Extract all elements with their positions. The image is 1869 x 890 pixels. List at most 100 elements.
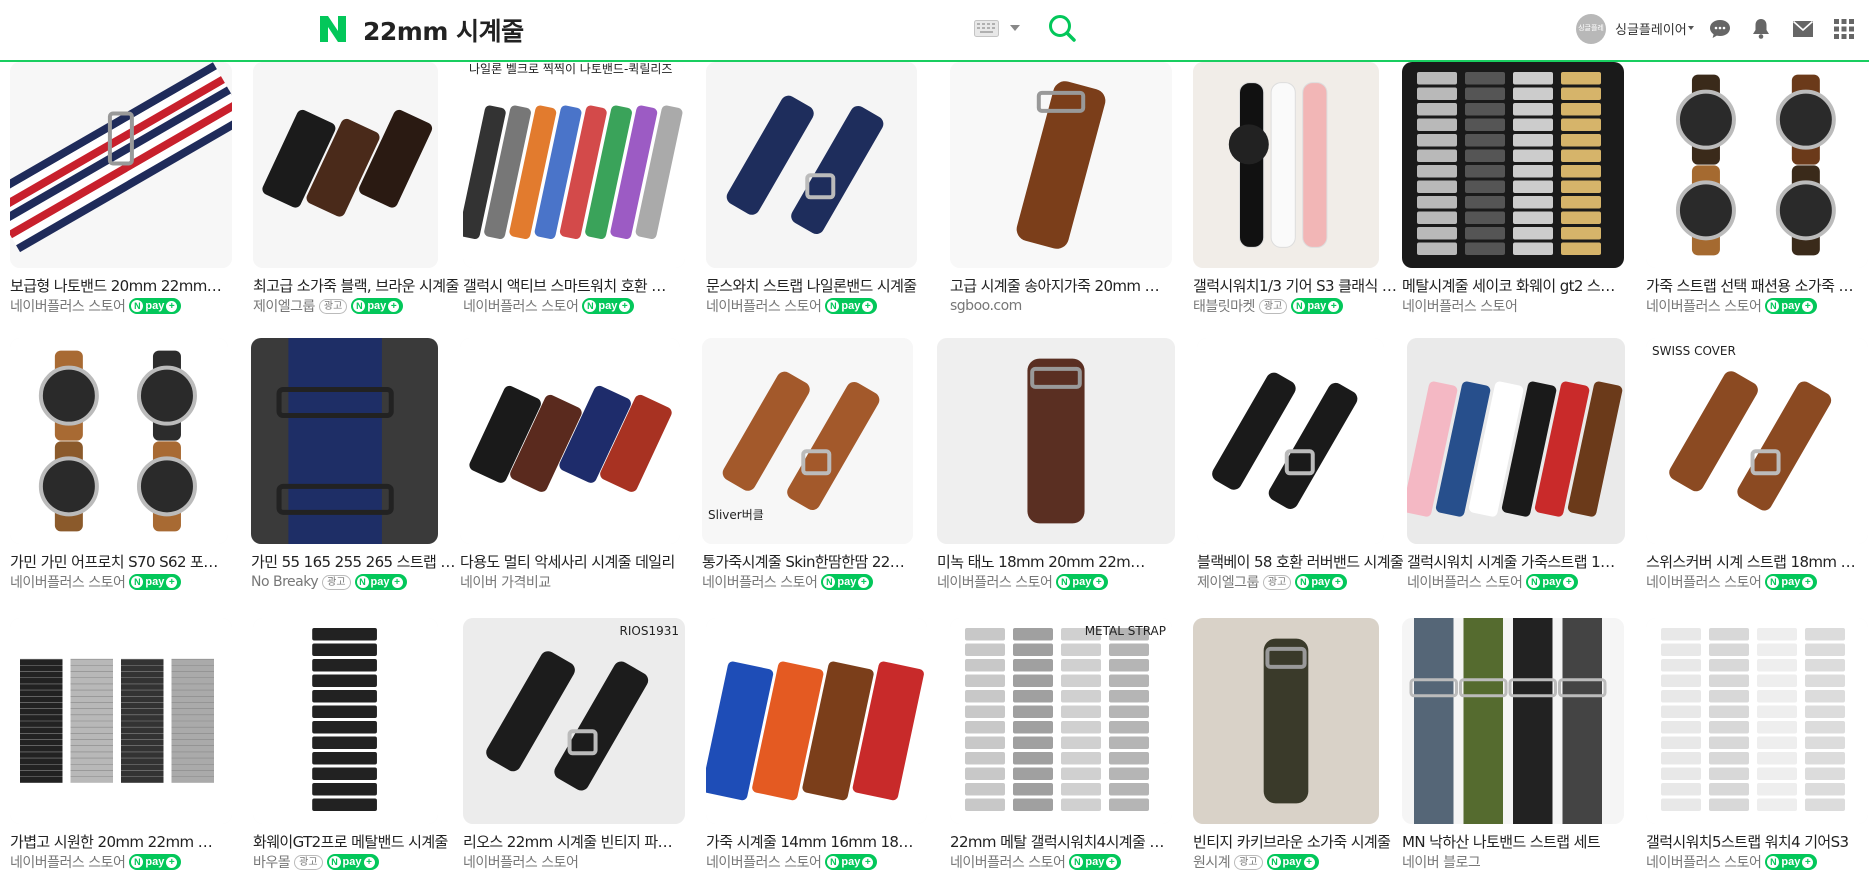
npay-badge-icon: Npay + [129, 574, 182, 590]
product-title[interactable]: 갤럭시워치5스트랩 워치4 기어S3 [1646, 831, 1861, 852]
product-title[interactable]: 가볍고 시원한 20mm 22mm 시계줄 메쉬 [10, 831, 225, 852]
store-name[interactable]: 태블릿마켓 [1193, 296, 1255, 316]
product-meta: 네이버플러스 스토어 Npay + [1646, 572, 1818, 592]
product-meta: 네이버플러스 스토어 Npay + [937, 572, 1109, 592]
product-thumbnail[interactable] [10, 62, 232, 268]
product-thumbnail[interactable] [1193, 618, 1379, 824]
product-title[interactable]: 가죽 시계줄 14mm 16mm 18mm 20mm [706, 831, 921, 852]
product-thumbnail[interactable] [251, 338, 438, 544]
product-title[interactable]: 가민 가민 어프로치 S70 S62 포러너 [10, 551, 225, 572]
bell-icon[interactable] [1749, 17, 1773, 41]
talk-bubble-icon[interactable] [1708, 17, 1732, 41]
store-name[interactable]: 네이버플러스 스토어 [706, 296, 822, 316]
mail-icon[interactable] [1791, 17, 1815, 41]
product-thumbnail[interactable]: RIOS1931 [463, 618, 685, 824]
product-thumbnail[interactable]: METAL STRAP [950, 618, 1172, 824]
product-thumbnail[interactable] [706, 62, 917, 268]
store-name[interactable]: 네이버플러스 스토어 [1402, 296, 1518, 316]
product-thumbnail[interactable]: SWISS COVER [1646, 338, 1868, 544]
store-name[interactable]: 네이버플러스 스토어 [1407, 572, 1523, 592]
store-name[interactable]: 네이버플러스 스토어 [702, 572, 818, 592]
product-thumbnail[interactable]: 나일론 벨크로 찍찍이 나토밴드-퀵릴리즈 [463, 62, 685, 268]
product-thumbnail[interactable] [706, 618, 927, 824]
product-title[interactable]: 보급형 나토밴드 20mm 22mm 나토 시계줄 [10, 275, 225, 296]
store-name[interactable]: 원시계 [1193, 852, 1231, 872]
npay-badge-icon: Npay + [1056, 574, 1109, 590]
npay-label: pay [841, 856, 861, 868]
product-thumbnail[interactable] [950, 62, 1172, 268]
store-name[interactable]: 네이버플러스 스토어 [10, 852, 126, 872]
store-name[interactable]: 네이버 가격비교 [460, 572, 551, 592]
product-title[interactable]: 가죽 스트랩 선택 패션용 소가죽 시계줄 [1646, 275, 1861, 296]
store-name[interactable]: No Breaky [251, 574, 319, 590]
npay-badge-icon: Npay + [354, 574, 407, 590]
product-title[interactable]: 미녹 태노 18mm 20mm 22mm 가죽 [937, 551, 1152, 572]
product-title[interactable]: 빈티지 카키브라운 소가죽 시계줄 [1193, 831, 1408, 852]
product-thumbnail[interactable] [1407, 338, 1625, 544]
keyboard-icon[interactable] [974, 20, 999, 37]
product-thumbnail[interactable] [460, 338, 680, 544]
product-thumbnail[interactable]: Sliver버클 [702, 338, 913, 544]
product-thumbnail[interactable] [253, 62, 438, 268]
product-title[interactable]: 문스와치 스트랩 나일론밴드 시계줄 [706, 275, 921, 296]
product-title[interactable]: 고급 시계줄 송아지가죽 20mm 22mm [950, 275, 1165, 296]
store-name[interactable]: 네이버 블로그 [1402, 852, 1481, 872]
product-thumbnail[interactable] [1402, 62, 1624, 268]
store-name[interactable]: 네이버플러스 스토어 [1646, 852, 1762, 872]
product-thumbnail[interactable] [253, 618, 438, 824]
store-name[interactable]: 제이엘그룹 [253, 296, 315, 316]
avatar[interactable]: 싱글플레이어 [1576, 14, 1606, 44]
store-name[interactable]: 네이버플러스 스토어 [463, 852, 579, 872]
store-name[interactable]: 제이엘그룹 [1197, 572, 1259, 592]
naver-logo-icon[interactable] [318, 14, 348, 44]
product-title[interactable]: 화웨이GT2프로 메탈밴드 시계줄 [253, 831, 468, 852]
store-name[interactable]: 네이버플러스 스토어 [463, 296, 579, 316]
product-meta: 네이버플러스 스토어 Npay + [706, 296, 878, 316]
store-name[interactable]: 네이버플러스 스토어 [10, 572, 126, 592]
ad-badge: 광고 [1262, 574, 1292, 590]
search-query-text[interactable]: 22mm 시계줄 [363, 12, 524, 48]
product-title[interactable]: 다용도 멀티 악세사리 시계줄 데일리 [460, 551, 675, 572]
product-title[interactable]: 22mm 메탈 갤럭시워치4시계줄 스트랩 [950, 831, 1165, 852]
product-title[interactable]: 블랙베이 58 호환 러버밴드 시계줄 [1197, 551, 1412, 572]
product-title[interactable]: 갤럭시워치1/3 기어 S3 클래식 실리콘 [1193, 275, 1408, 296]
product-title[interactable]: 통가죽시계줄 Skin한땀한땀 22mm [702, 551, 917, 572]
product-title[interactable]: 메탈시계줄 세이코 화웨이 gt2 스트랩 [1402, 275, 1617, 296]
product-meta: 네이버플러스 스토어 Npay + [10, 296, 182, 316]
store-name[interactable]: 바우몰 [253, 852, 291, 872]
product-title[interactable]: 리오스 22mm 시계줄 빈티지 파일럿 [463, 831, 678, 852]
product-meta: 네이버플러스 스토어 Npay + [10, 852, 182, 872]
store-name[interactable]: 네이버플러스 스토어 [950, 852, 1066, 872]
ad-badge: 광고 [1234, 854, 1263, 870]
product-title[interactable]: 갤럭시 액티브 스마트워치 호환 벨크로 스트랩 [463, 275, 678, 296]
store-name[interactable]: 네이버플러스 스토어 [1646, 296, 1762, 316]
npay-label: pay [837, 576, 857, 588]
product-meta: 네이버플러스 스토어 Npay + [1646, 296, 1818, 316]
product-thumbnail[interactable] [1646, 62, 1868, 268]
username-label[interactable]: 싱글플레이어 [1615, 19, 1687, 38]
product-title[interactable]: 최고급 소가죽 블랙, 브라운 시계줄 [253, 275, 468, 296]
app-grid-icon[interactable] [1832, 17, 1856, 41]
search-icon[interactable] [1047, 13, 1077, 43]
store-name[interactable]: 네이버플러스 스토어 [10, 296, 126, 316]
product-thumbnail[interactable] [10, 338, 228, 544]
store-name[interactable]: sgboo.com [950, 298, 1022, 314]
product-thumbnail[interactable] [1197, 338, 1384, 544]
chevron-down-icon[interactable] [1688, 26, 1694, 30]
product-thumbnail[interactable] [10, 618, 232, 824]
product-thumbnail[interactable] [1646, 618, 1868, 824]
product-thumbnail[interactable] [1193, 62, 1379, 268]
npay-label: pay [1072, 576, 1092, 588]
keyboard-dropdown-caret-icon[interactable] [1010, 25, 1020, 31]
store-name[interactable]: 네이버플러스 스토어 [1646, 572, 1762, 592]
store-name[interactable]: 네이버플러스 스토어 [706, 852, 822, 872]
product-title[interactable]: MN 낙하산 나토밴드 스트랩 세트 [1402, 831, 1617, 852]
product-thumbnail[interactable] [937, 338, 1175, 544]
store-name[interactable]: 네이버플러스 스토어 [937, 572, 1053, 592]
npay-badge-icon: Npay + [825, 854, 878, 870]
product-title[interactable]: 갤럭시워치 시계줄 가죽스트랩 18mm [1407, 551, 1622, 572]
npay-label: pay [145, 300, 165, 312]
product-title[interactable]: 스위스커버 시계 스트랩 18mm 20mm [1646, 551, 1861, 572]
product-title[interactable]: 가민 55 165 255 265 스트랩 나토 [251, 551, 466, 572]
product-thumbnail[interactable] [1402, 618, 1624, 824]
